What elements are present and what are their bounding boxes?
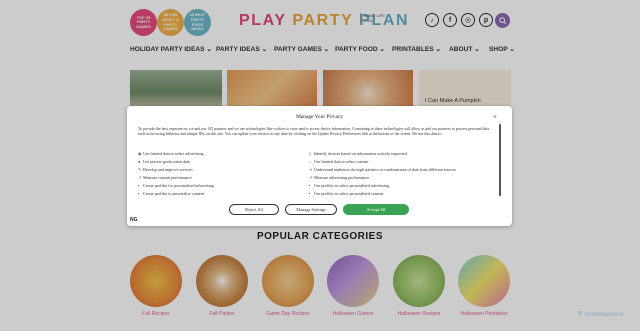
accept-all-button[interactable]: Accept All bbox=[343, 204, 409, 215]
privacy-modal: Manage Your Privacy × To provide the bes… bbox=[127, 106, 512, 226]
purpose-item: ● Use precise geolocation data bbox=[138, 159, 190, 164]
purpose-item: ▪ Use profiles to select personalised adv… bbox=[309, 183, 390, 188]
purpose-item: ✎ Develop and improve services bbox=[138, 167, 193, 172]
purpose-item: ↗ Measure content performance bbox=[138, 175, 192, 180]
modal-title: Manage Your Privacy bbox=[296, 114, 343, 120]
shield-icon: ⛨ bbox=[578, 312, 583, 318]
consent-provider-logo: NG bbox=[130, 217, 138, 223]
reject-all-button[interactable]: Reject All bbox=[229, 204, 279, 215]
purpose-item: ⋖ Understand audiences through statistics… bbox=[309, 167, 457, 172]
manage-settings-button[interactable]: Manage Settings bbox=[285, 204, 337, 215]
purpose-item: ▯ Identify devices based on information a… bbox=[309, 151, 407, 156]
purpose-item: ▪ Use profiles to select personalised con… bbox=[309, 191, 384, 196]
purpose-item: ↗ Measure advertising performance bbox=[309, 175, 370, 180]
modal-scrollbar-thumb[interactable] bbox=[499, 124, 501, 196]
purpose-item: ▪ Create profiles for personalised advert… bbox=[138, 183, 214, 188]
purpose-item: ▪ Create profiles to personalise content bbox=[138, 191, 204, 196]
modal-description: To provide the best experiences, we and … bbox=[138, 127, 490, 136]
close-icon[interactable]: × bbox=[493, 113, 497, 121]
watermark: ⛨ ScamMalware bbox=[578, 312, 624, 318]
purpose-item: ◉Use limited data to select advertising bbox=[138, 151, 204, 156]
purpose-item: ○ Use limited data to select content bbox=[309, 159, 369, 164]
